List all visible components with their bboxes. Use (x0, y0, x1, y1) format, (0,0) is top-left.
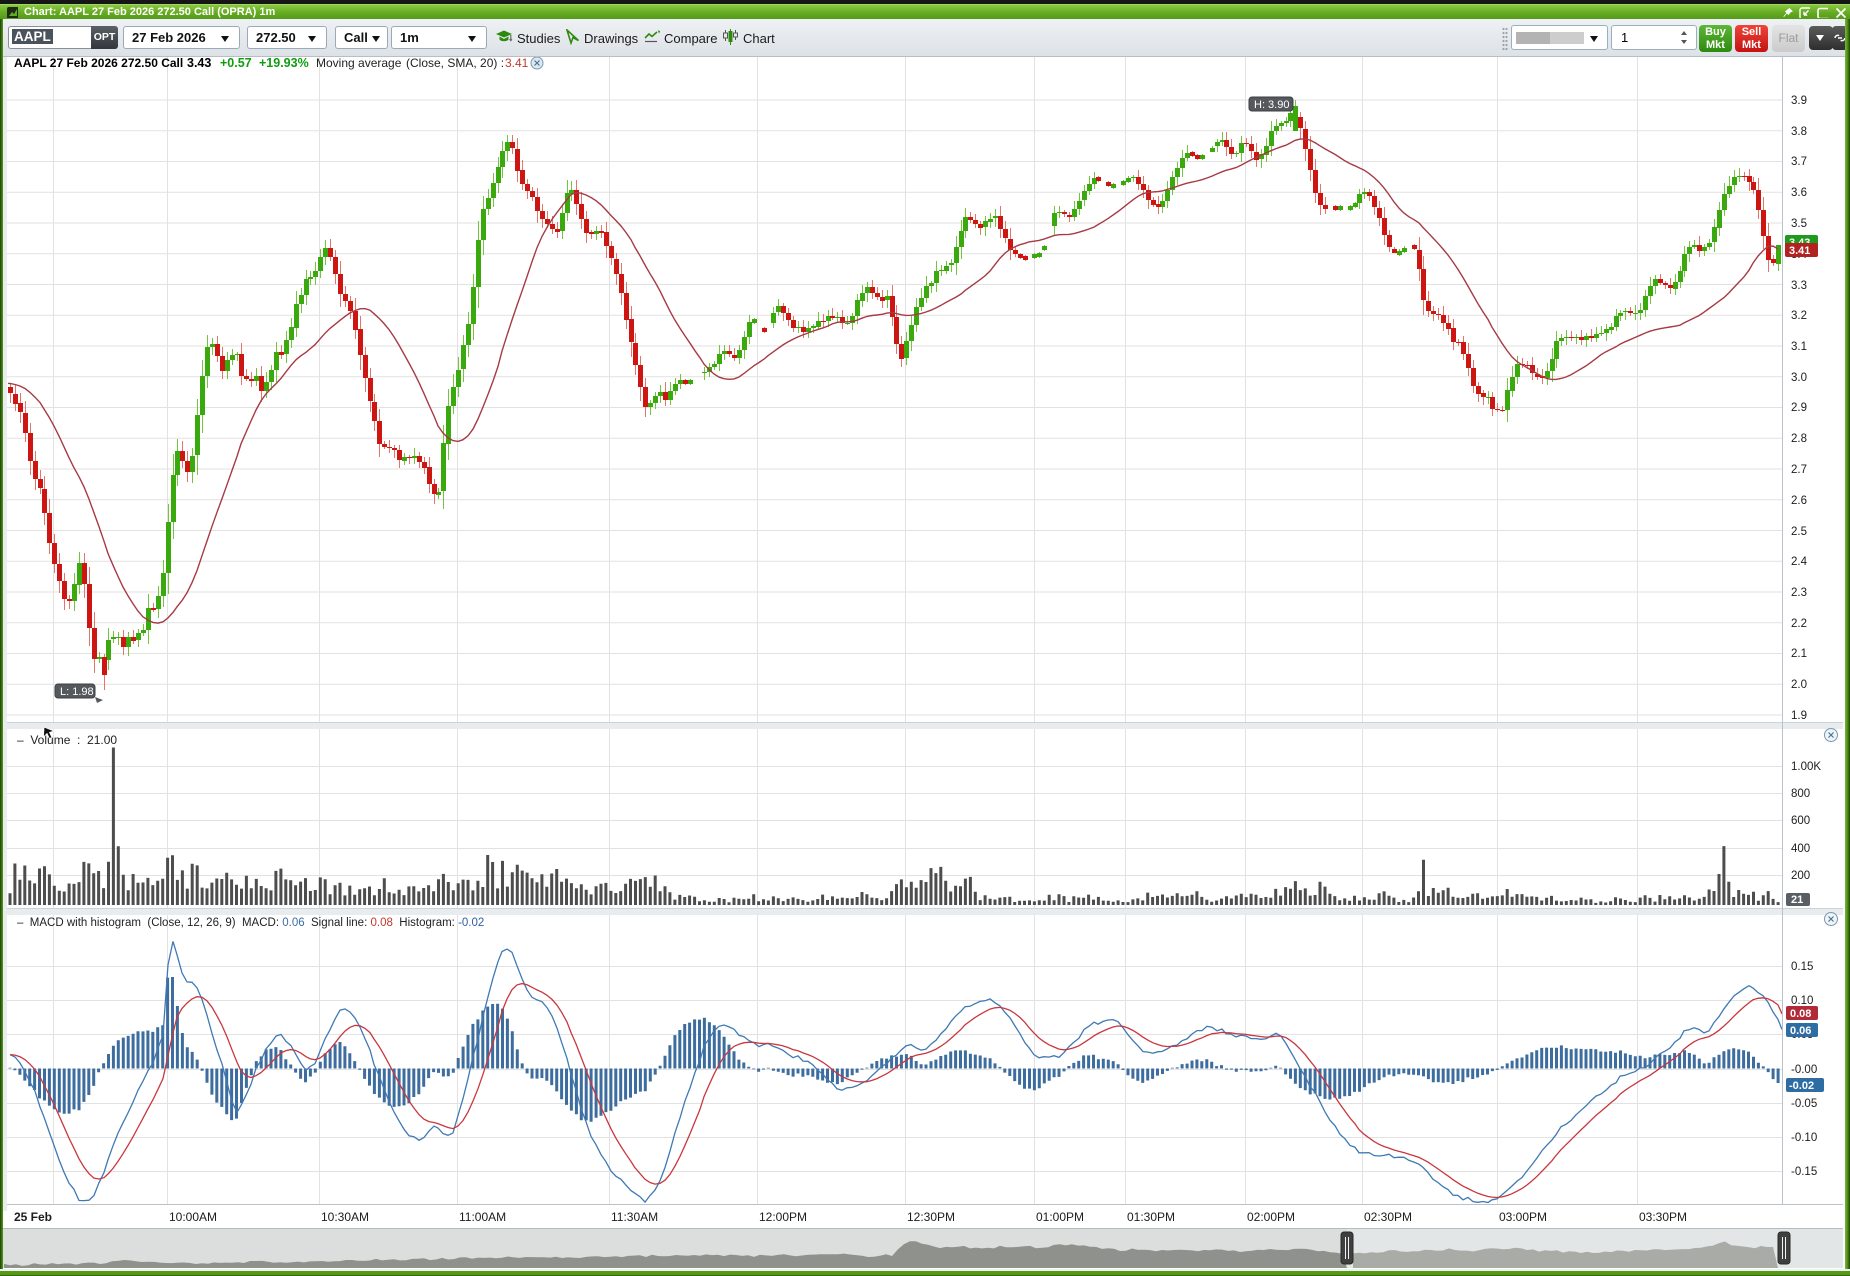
svg-text:– MACD with histogram (Close: – MACD with histogram (Close, 12, 26, 9)… (17, 917, 484, 929)
svg-text:3.2: 3.2 (1791, 310, 1807, 322)
svg-text:02:30PM: 02:30PM (1364, 1210, 1412, 1224)
svg-text:-0.15: -0.15 (1791, 1166, 1817, 1178)
svg-text:(Close, SMA, 20) :: (Close, SMA, 20) : (406, 57, 504, 70)
svg-text:3.41: 3.41 (1789, 245, 1810, 257)
svg-text:600: 600 (1791, 815, 1810, 827)
svg-text:3.8: 3.8 (1791, 126, 1807, 138)
svg-text:-0.10: -0.10 (1791, 1132, 1817, 1144)
svg-text:3.41: 3.41 (505, 57, 529, 70)
svg-text:2.4: 2.4 (1791, 556, 1808, 568)
svg-text:02:00PM: 02:00PM (1247, 1210, 1295, 1224)
svg-text:2.7: 2.7 (1791, 464, 1807, 476)
svg-text:2.1: 2.1 (1791, 648, 1807, 660)
svg-text:– Volume : 21.00: – Volume : 21.00 (17, 733, 117, 747)
svg-text:2.8: 2.8 (1791, 433, 1807, 445)
svg-text:3.5: 3.5 (1791, 218, 1807, 230)
svg-text:1.9: 1.9 (1791, 710, 1807, 722)
svg-text:12:00PM: 12:00PM (759, 1210, 807, 1224)
svg-text:1.00K: 1.00K (1791, 761, 1821, 773)
svg-text:Moving average: Moving average (316, 57, 402, 70)
svg-text:10:30AM: 10:30AM (321, 1210, 369, 1224)
svg-text:10:00AM: 10:00AM (169, 1210, 217, 1224)
svg-text:H: 3.90: H: 3.90 (1254, 99, 1289, 111)
svg-text:-0.00: -0.00 (1791, 1064, 1817, 1076)
svg-text:3.3: 3.3 (1791, 280, 1807, 292)
svg-text:11:30AM: 11:30AM (611, 1210, 658, 1224)
svg-text:0.08: 0.08 (1790, 1008, 1811, 1020)
svg-text:2.3: 2.3 (1791, 587, 1807, 599)
svg-text:2.0: 2.0 (1791, 679, 1807, 691)
svg-text:L: 1.98: L: 1.98 (60, 686, 94, 698)
svg-text:11:00AM: 11:00AM (459, 1210, 506, 1224)
svg-text:3.0: 3.0 (1791, 372, 1807, 384)
svg-text:200: 200 (1791, 870, 1810, 882)
svg-text:800: 800 (1791, 788, 1810, 800)
svg-text:+0.57: +0.57 (220, 57, 252, 70)
svg-text:01:00PM: 01:00PM (1036, 1210, 1084, 1224)
svg-text:2.5: 2.5 (1791, 526, 1807, 538)
svg-text:2.9: 2.9 (1791, 402, 1807, 414)
svg-text:3.6: 3.6 (1791, 187, 1807, 199)
svg-text:01:30PM: 01:30PM (1127, 1210, 1175, 1224)
svg-text:AAPL 27 Feb 2026 272.50 Call: AAPL 27 Feb 2026 272.50 Call (14, 57, 183, 70)
svg-text:3.43: 3.43 (187, 57, 211, 70)
svg-text:0.10: 0.10 (1791, 995, 1813, 1007)
svg-text:25 Feb: 25 Feb (14, 1210, 52, 1224)
svg-text:-0.02: -0.02 (1789, 1080, 1814, 1092)
svg-text:2.2: 2.2 (1791, 618, 1807, 630)
svg-text:0.06: 0.06 (1790, 1025, 1811, 1037)
svg-text:0.15: 0.15 (1791, 961, 1813, 973)
svg-text:12:30PM: 12:30PM (907, 1210, 955, 1224)
svg-text:03:30PM: 03:30PM (1639, 1210, 1687, 1224)
svg-text:21: 21 (1791, 894, 1803, 906)
svg-text:03:00PM: 03:00PM (1499, 1210, 1547, 1224)
svg-text:3.1: 3.1 (1791, 341, 1807, 353)
svg-text:-0.05: -0.05 (1791, 1098, 1817, 1110)
svg-text:2.6: 2.6 (1791, 495, 1807, 507)
svg-text:3.7: 3.7 (1791, 156, 1807, 168)
svg-text:3.9: 3.9 (1791, 95, 1807, 107)
svg-text:+19.93%: +19.93% (259, 57, 309, 70)
svg-text:400: 400 (1791, 843, 1810, 855)
